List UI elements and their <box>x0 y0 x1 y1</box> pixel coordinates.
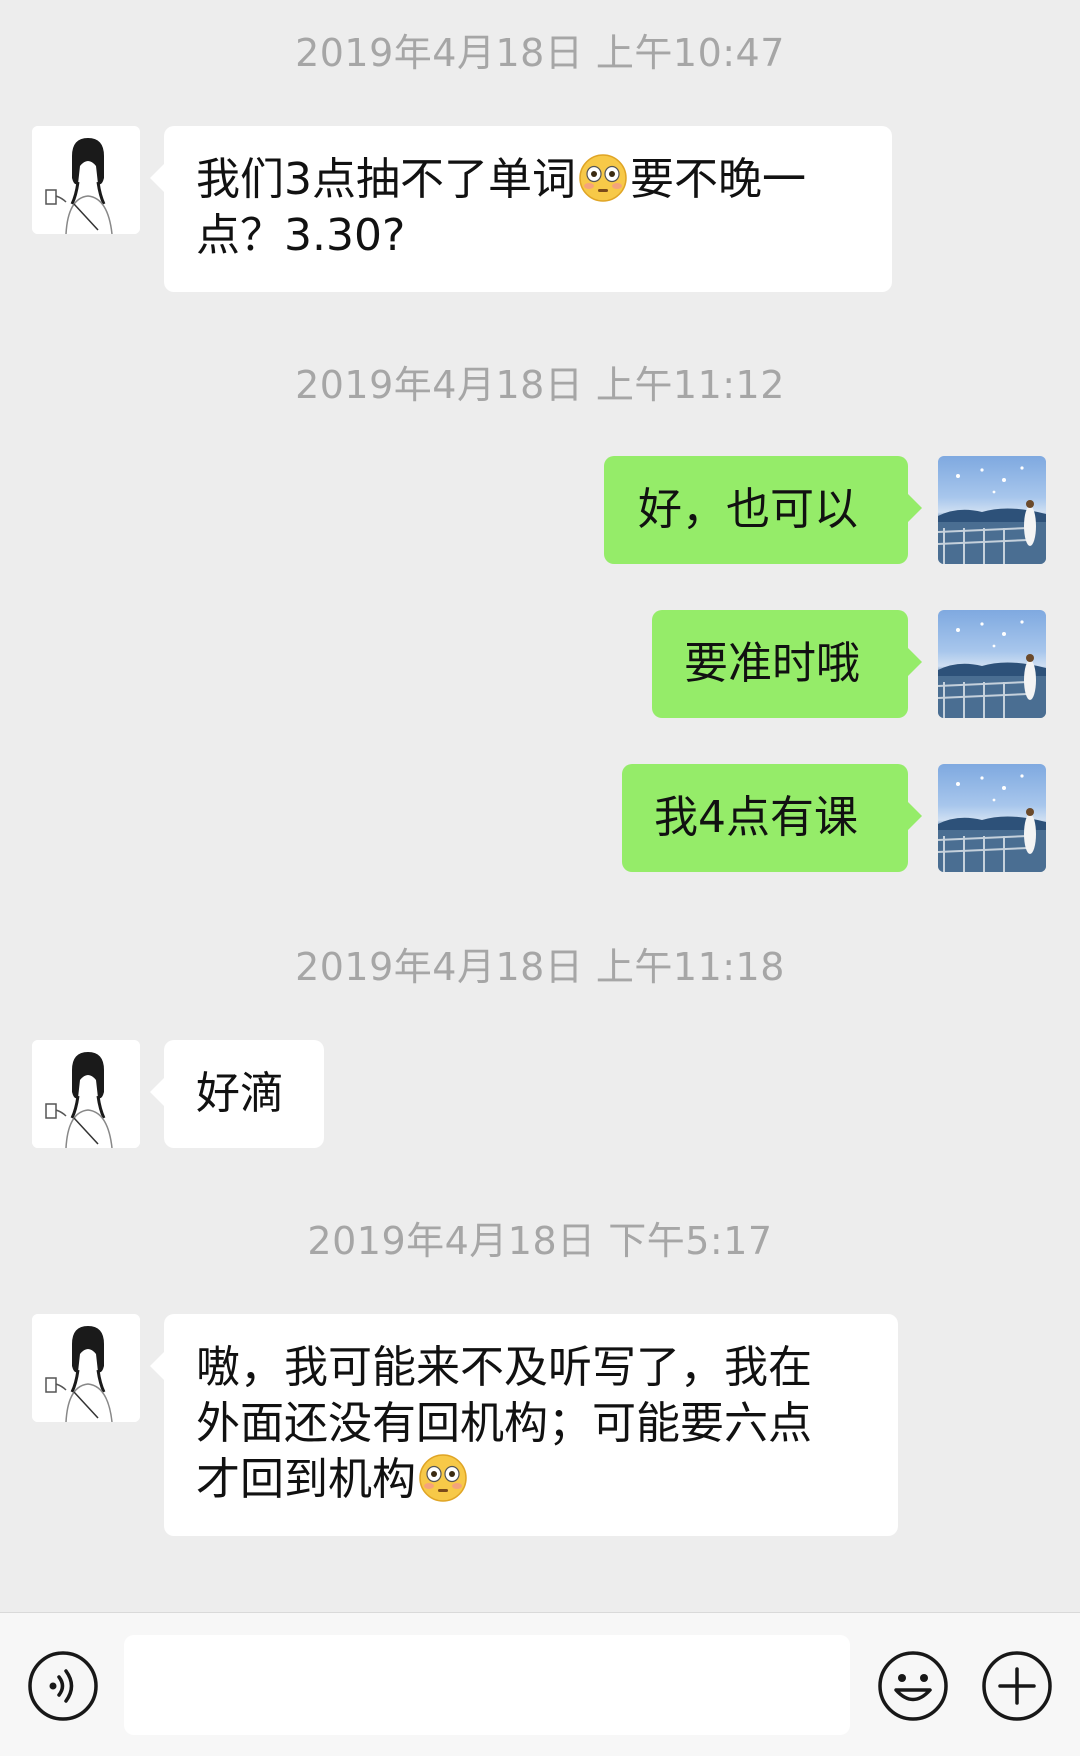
my-avatar[interactable] <box>938 610 1046 718</box>
voice-icon[interactable] <box>26 1649 100 1723</box>
contact-avatar[interactable] <box>32 1040 140 1148</box>
flushed-face-emoji <box>419 1454 467 1502</box>
emoji-icon[interactable] <box>876 1649 950 1723</box>
contact-avatar[interactable] <box>32 126 140 234</box>
my-avatar[interactable] <box>938 764 1046 872</box>
message-input[interactable] <box>124 1635 850 1735</box>
message-bubble-outgoing[interactable]: 好，也可以 <box>604 456 922 564</box>
message-text: 我4点有课 <box>654 792 858 843</box>
message-text: 好，也可以 <box>638 484 858 535</box>
message-text: 要准时哦 <box>684 638 860 689</box>
message-text: 才回到机构 <box>196 1452 878 1508</box>
message-text: 好滴 <box>196 1068 284 1119</box>
message-bubble-incoming[interactable]: 嗷，我可能来不及听写了，我在 外面还没有回机构；可能要六点 才回到机构 <box>150 1314 898 1536</box>
message-bubble-incoming[interactable]: 好滴 <box>150 1040 324 1148</box>
timestamp: 2019年4月18日 下午5:17 <box>307 1219 773 1263</box>
message-bubble-outgoing[interactable]: 要准时哦 <box>652 610 922 718</box>
message-text: 点？3.30? <box>196 210 406 261</box>
message-text: 我们3点抽不了单词 要不晚一 <box>196 154 806 205</box>
timestamp: 2019年4月18日 上午10:47 <box>295 31 785 75</box>
contact-avatar[interactable] <box>32 1314 140 1422</box>
chat-area[interactable]: 2019年4月18日 上午10:47 我们3点抽不了单词 要不晚一 点？3.30?… <box>0 0 1080 1612</box>
timestamp: 2019年4月18日 上午11:18 <box>295 945 785 989</box>
my-avatar[interactable] <box>938 456 1046 564</box>
message-text: 外面还没有回机构；可能要六点 <box>196 1398 812 1449</box>
message-text: 嗷，我可能来不及听写了，我在 <box>196 1342 812 1393</box>
flushed-face-emoji <box>579 154 627 202</box>
message-bubble-incoming[interactable]: 我们3点抽不了单词 要不晚一 点？3.30? <box>150 126 892 292</box>
message-bubble-outgoing[interactable]: 我4点有课 <box>622 764 922 872</box>
plus-icon[interactable] <box>980 1649 1054 1723</box>
timestamp: 2019年4月18日 上午11:12 <box>295 363 785 407</box>
input-bar <box>0 1612 1080 1756</box>
